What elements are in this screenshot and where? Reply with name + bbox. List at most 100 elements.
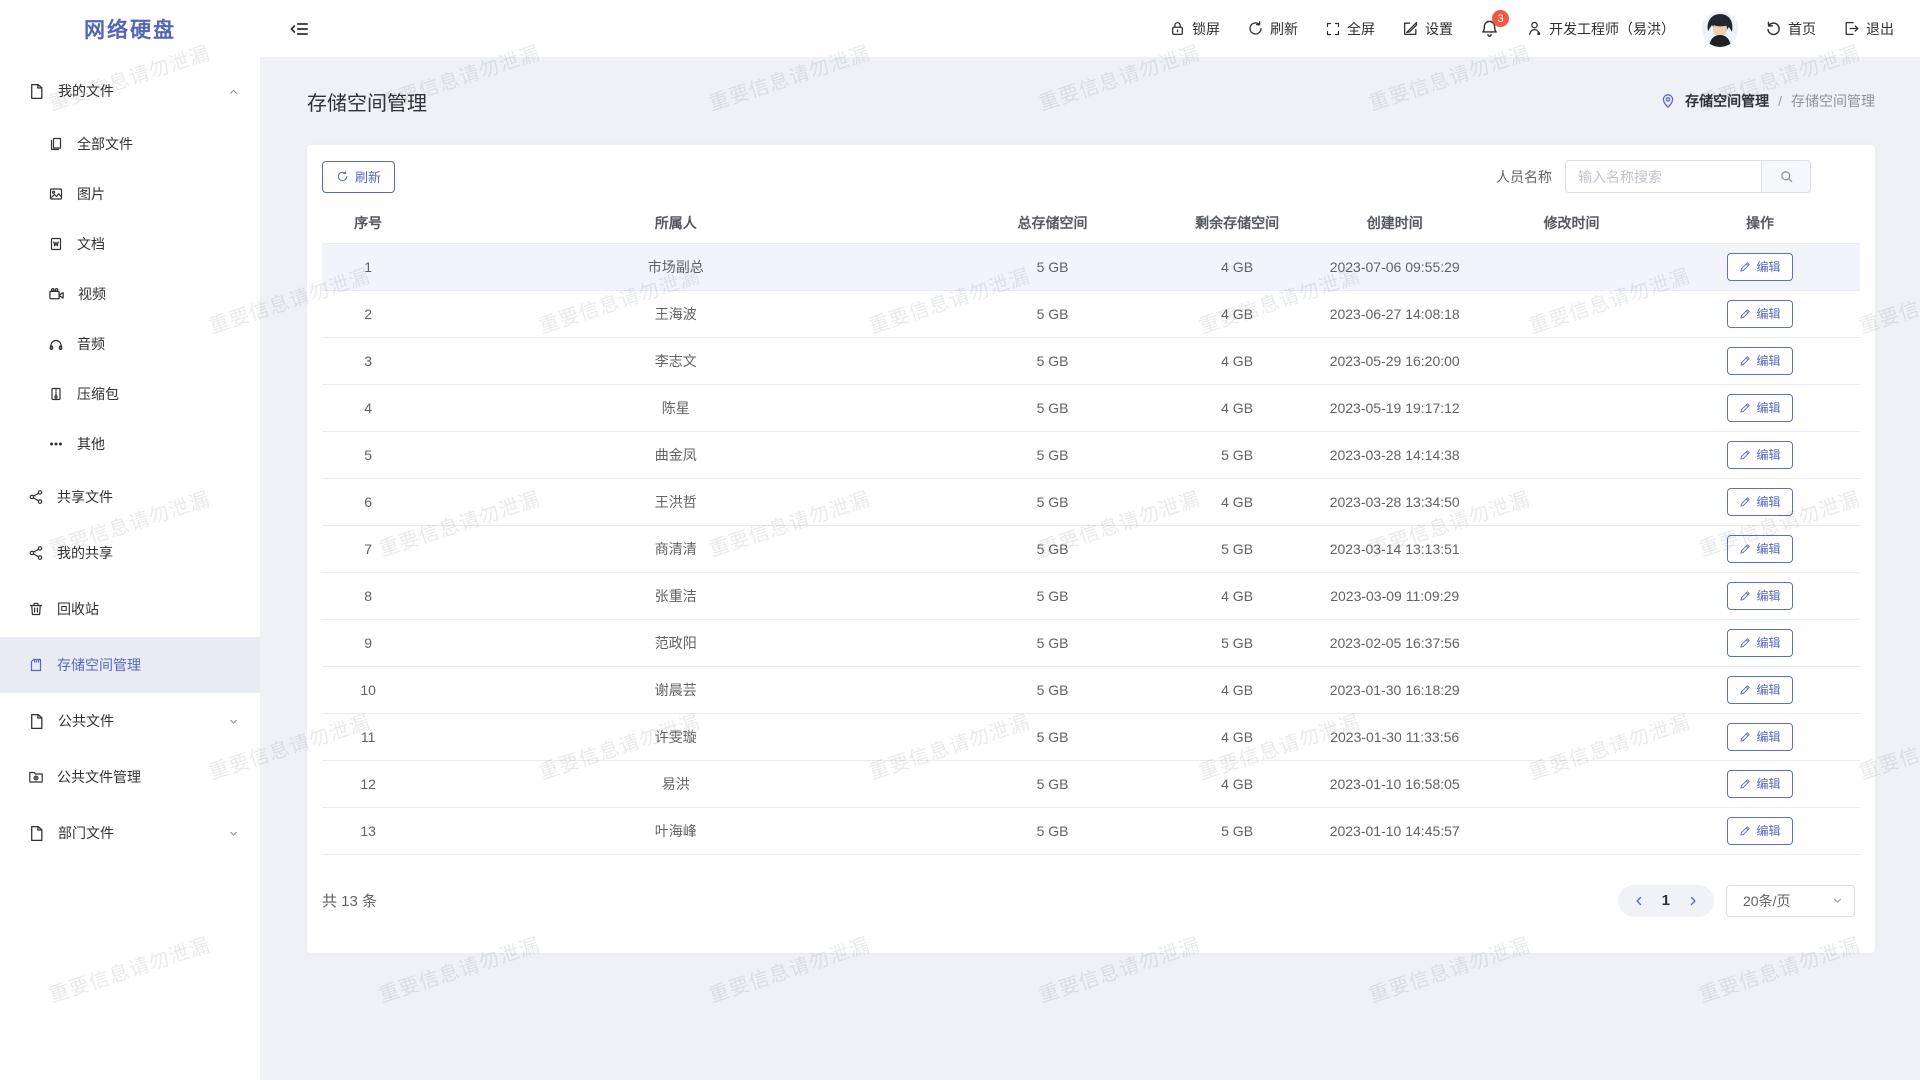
cell-total-space: 5 GB	[937, 713, 1168, 760]
edit-button[interactable]: 编辑	[1727, 488, 1792, 516]
notifications-button[interactable]: 3	[1480, 19, 1499, 38]
card-footer: 共 13 条 1 20条/页	[307, 855, 1875, 917]
cell-created-time: 2023-03-14 13:13:51	[1306, 525, 1483, 572]
sidebar-item-documents[interactable]: 文档	[0, 219, 260, 269]
cell-actions: 编辑	[1660, 337, 1860, 384]
page-size-select[interactable]: 20条/页	[1726, 885, 1855, 917]
sidebar-item-images[interactable]: 图片	[0, 169, 260, 219]
sidebar-item-archives[interactable]: 压缩包	[0, 369, 260, 419]
cell-free-space: 4 GB	[1168, 243, 1306, 290]
search-button[interactable]	[1761, 160, 1811, 193]
logout-button[interactable]: 退出	[1843, 19, 1894, 39]
edit-button[interactable]: 编辑	[1727, 582, 1792, 610]
video-icon	[48, 286, 65, 303]
current-page[interactable]: 1	[1662, 892, 1670, 909]
prev-page-button[interactable]	[1632, 894, 1646, 908]
pencil-icon	[1739, 308, 1751, 320]
cell-free-space: 5 GB	[1168, 525, 1306, 572]
lock-icon	[1169, 20, 1186, 37]
search-input[interactable]	[1565, 160, 1761, 193]
cell-index: 11	[322, 713, 414, 760]
col-actions: 操作	[1660, 203, 1860, 243]
sidebar-item-storage-management[interactable]: 存储空间管理	[0, 637, 260, 693]
cell-modified-time	[1483, 290, 1660, 337]
sidebar-item-all-files[interactable]: 全部文件	[0, 119, 260, 169]
edit-button[interactable]: 编辑	[1727, 723, 1792, 751]
edit-button[interactable]: 编辑	[1727, 535, 1792, 563]
cell-total-space: 5 GB	[937, 290, 1168, 337]
user-menu[interactable]: 开发工程师（易洪）	[1526, 19, 1675, 39]
sidebar-item-shared-files[interactable]: 共享文件	[0, 469, 260, 525]
cell-free-space: 4 GB	[1168, 760, 1306, 807]
table-row[interactable]: 12易洪5 GB4 GB2023-01-10 16:58:05 编辑	[322, 760, 1860, 807]
sidebar-item-public-file-management[interactable]: 公共文件管理	[0, 749, 260, 805]
edit-button[interactable]: 编辑	[1727, 394, 1792, 422]
table-row[interactable]: 6王洪哲5 GB4 GB2023-03-28 13:34:50 编辑	[322, 478, 1860, 525]
cell-index: 4	[322, 384, 414, 431]
edit-label: 编辑	[1756, 352, 1780, 369]
table-row[interactable]: 5曲金凤5 GB5 GB2023-03-28 14:14:38 编辑	[322, 431, 1860, 478]
breadcrumb-item: 存储空间管理	[1791, 91, 1875, 111]
edit-label: 编辑	[1756, 540, 1780, 557]
cell-index: 3	[322, 337, 414, 384]
table-row[interactable]: 7商清清5 GB5 GB2023-03-14 13:13:51 编辑	[322, 525, 1860, 572]
sidebar-item-audio[interactable]: 音频	[0, 319, 260, 369]
sidebar-item-my-shares[interactable]: 我的共享	[0, 525, 260, 581]
breadcrumb-item[interactable]: 存储空间管理	[1685, 91, 1769, 111]
table-row[interactable]: 4陈星5 GB4 GB2023-05-19 19:17:12 编辑	[322, 384, 1860, 431]
cell-index: 6	[322, 478, 414, 525]
edit-button[interactable]: 编辑	[1727, 253, 1792, 281]
app-root: 网络硬盘 我的文件 全部文件 图片 文档 视频	[0, 0, 1920, 1080]
table-row[interactable]: 8张重洁5 GB4 GB2023-03-09 11:09:29 编辑	[322, 572, 1860, 619]
sidebar-collapse-button[interactable]	[289, 19, 309, 39]
col-created-time: 创建时间	[1306, 203, 1483, 243]
cell-total-space: 5 GB	[937, 807, 1168, 854]
table-row[interactable]: 2王海波5 GB4 GB2023-06-27 14:08:18 编辑	[322, 290, 1860, 337]
edit-button[interactable]: 编辑	[1727, 770, 1792, 798]
edit-button[interactable]: 编辑	[1727, 676, 1792, 704]
sidebar-item-label: 视频	[78, 284, 106, 304]
cell-owner: 张重洁	[414, 572, 937, 619]
refresh-table-button[interactable]: 刷新	[322, 161, 395, 193]
main-area: 锁屏 刷新 全屏 设置 3	[260, 0, 1920, 1080]
table-row[interactable]: 1市场副总5 GB4 GB2023-07-06 09:55:29 编辑	[322, 243, 1860, 290]
table-row[interactable]: 3李志文5 GB4 GB2023-05-29 16:20:00 编辑	[322, 337, 1860, 384]
cell-modified-time	[1483, 384, 1660, 431]
sidebar-item-others[interactable]: 其他	[0, 419, 260, 469]
home-button[interactable]: 首页	[1765, 19, 1816, 39]
location-pin-icon	[1660, 93, 1676, 109]
cell-owner: 范政阳	[414, 619, 937, 666]
document-icon	[48, 236, 64, 252]
edit-button[interactable]: 编辑	[1727, 300, 1792, 328]
table-row[interactable]: 9范政阳5 GB5 GB2023-02-05 16:37:56 编辑	[322, 619, 1860, 666]
pager-pill: 1	[1618, 885, 1714, 917]
table-row[interactable]: 11许雯璇5 GB4 GB2023-01-30 11:33:56 编辑	[322, 713, 1860, 760]
edit-button[interactable]: 编辑	[1727, 629, 1792, 657]
sidebar-item-my-files[interactable]: 我的文件	[0, 63, 260, 119]
sidebar-item-department-files[interactable]: 部门文件	[0, 805, 260, 861]
refresh-table-label: 刷新	[355, 167, 381, 186]
col-total-space: 总存储空间	[937, 203, 1168, 243]
breadcrumb: 存储空间管理 / 存储空间管理	[1660, 91, 1875, 111]
page-size-value: 20条/页	[1743, 891, 1790, 911]
sidebar-item-public-files[interactable]: 公共文件	[0, 693, 260, 749]
sidebar: 网络硬盘 我的文件 全部文件 图片 文档 视频	[0, 0, 260, 1080]
table-row[interactable]: 13叶海峰5 GB5 GB2023-01-10 14:45:57 编辑	[322, 807, 1860, 854]
lock-screen-button[interactable]: 锁屏	[1169, 19, 1220, 39]
next-page-button[interactable]	[1686, 894, 1700, 908]
cell-modified-time	[1483, 760, 1660, 807]
edit-button[interactable]: 编辑	[1727, 347, 1792, 375]
avatar[interactable]	[1702, 11, 1738, 47]
pencil-icon	[1739, 355, 1751, 367]
refresh-page-button[interactable]: 刷新	[1247, 19, 1298, 39]
cell-created-time: 2023-02-05 16:37:56	[1306, 619, 1483, 666]
table-row[interactable]: 10谢晨芸5 GB4 GB2023-01-30 16:18:29 编辑	[322, 666, 1860, 713]
edit-button[interactable]: 编辑	[1727, 817, 1792, 845]
sidebar-item-videos[interactable]: 视频	[0, 269, 260, 319]
pagination: 1 20条/页	[1618, 885, 1855, 917]
edit-button[interactable]: 编辑	[1727, 441, 1792, 469]
sidebar-item-recycle-bin[interactable]: 回收站	[0, 581, 260, 637]
settings-button[interactable]: 设置	[1402, 19, 1453, 39]
page-title: 存储空间管理	[307, 87, 427, 116]
fullscreen-button[interactable]: 全屏	[1325, 19, 1375, 39]
